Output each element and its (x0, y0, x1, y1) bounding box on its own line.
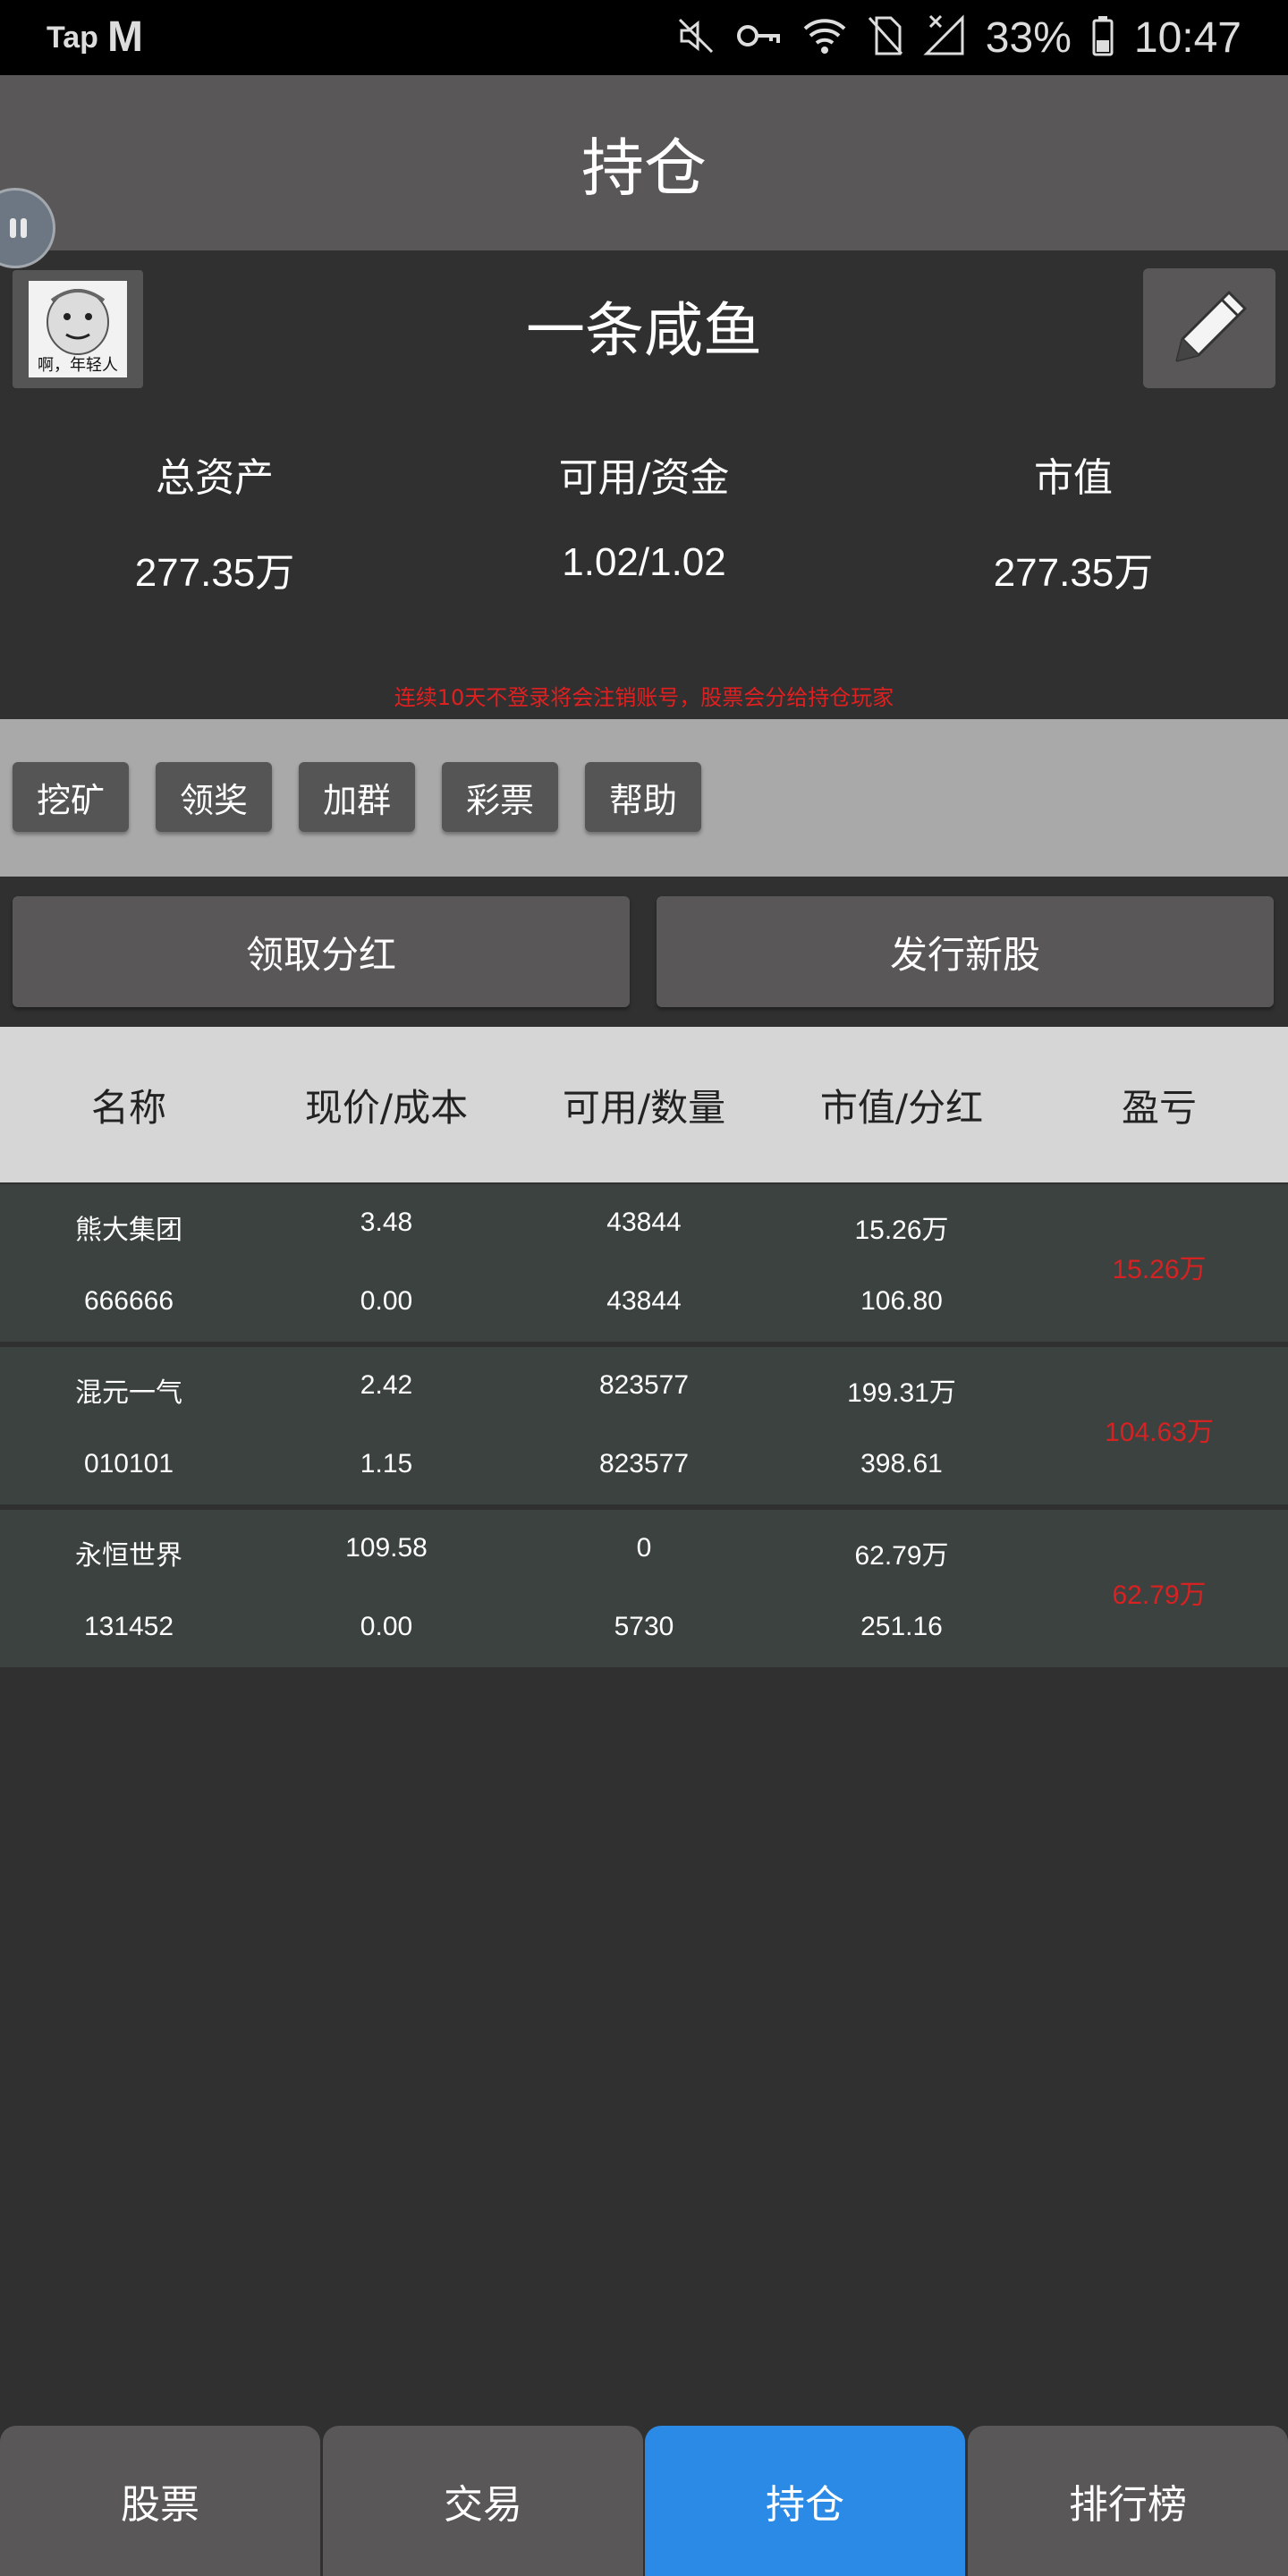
title-bar: 持仓 (0, 75, 1288, 250)
status-left: Tap M (47, 13, 143, 63)
mute-icon (676, 16, 716, 59)
col-header-price-cost: 现价/成本 (304, 1085, 469, 1130)
stock-market-value: 62.79万 (854, 1541, 949, 1571)
stock-quantity: 5730 (614, 1612, 674, 1641)
join-group-button[interactable]: 加群 (299, 762, 415, 832)
stock-pnl: 104.63万 (1105, 1418, 1214, 1447)
help-button[interactable]: 帮助 (585, 762, 701, 832)
stock-cost: 0.00 (360, 1612, 413, 1641)
stock-available: 823577 (598, 1370, 690, 1400)
stat-label-market-value: 市值 (1034, 455, 1113, 501)
battery-percent: 33% (985, 13, 1072, 62)
stock-name: 熊大集团 (75, 1216, 182, 1245)
stock-dividend: 398.61 (860, 1449, 943, 1479)
lottery-button[interactable]: 彩票 (442, 762, 558, 832)
stat-value-total-assets: 277.35万 (134, 551, 295, 595)
stock-code: 010101 (83, 1449, 174, 1479)
pause-icon (10, 218, 27, 238)
stat-label-available-funds: 可用/资金 (558, 455, 730, 501)
stat-label-total-assets: 总资产 (156, 455, 274, 501)
taptap-logo-text: Tap (47, 20, 98, 55)
tab-leaderboard[interactable]: 排行榜 (968, 2426, 1288, 2576)
stock-cost: 0.00 (360, 1286, 413, 1316)
stock-cost: 1.15 (360, 1449, 413, 1479)
stock-pnl: 15.26万 (1112, 1255, 1207, 1284)
stock-name: 永恒世界 (75, 1541, 182, 1571)
status-right: 33% 10:47 (676, 9, 1241, 66)
stock-price: 109.58 (345, 1533, 428, 1563)
stock-pnl: 62.79万 (1112, 1580, 1207, 1610)
battery-icon (1091, 15, 1114, 60)
stat-value-available-funds: 1.02/1.02 (562, 540, 726, 584)
stock-code: 666666 (83, 1286, 174, 1316)
stock-quantity: 43844 (606, 1286, 682, 1316)
mail-logo-icon: M (106, 13, 143, 61)
stock-quantity: 823577 (598, 1449, 690, 1479)
stock-price: 3.48 (360, 1208, 413, 1237)
tab-trade[interactable]: 交易 (323, 2426, 643, 2576)
clock: 10:47 (1133, 13, 1241, 62)
col-header-value-dividend: 市值/分红 (819, 1085, 984, 1130)
col-header-available-quantity: 可用/数量 (562, 1085, 726, 1130)
stat-value-market-value: 277.35万 (993, 551, 1154, 595)
wifi-icon (801, 16, 848, 59)
stock-code: 131452 (83, 1612, 174, 1641)
page-title: 持仓 (581, 131, 707, 205)
stock-dividend: 106.80 (860, 1286, 943, 1316)
stock-name: 混元一气 (75, 1378, 182, 1408)
stock-available: 0 (636, 1533, 652, 1563)
tab-holdings[interactable]: 持仓 (645, 2426, 965, 2576)
stock-market-value: 15.26万 (854, 1216, 949, 1245)
stock-dividend: 251.16 (860, 1612, 943, 1641)
signal-icon (923, 14, 966, 61)
stock-available: 43844 (606, 1208, 682, 1237)
claim-dividend-button[interactable]: 领取分红 (13, 896, 630, 1007)
edit-profile-button[interactable] (1143, 268, 1275, 388)
status-bar: Tap M 33% 10:47 (0, 0, 1288, 75)
no-sim-icon (868, 14, 903, 61)
pencil-icon (1175, 291, 1247, 362)
mining-button[interactable]: 挖矿 (13, 762, 129, 832)
vpn-key-icon (735, 18, 782, 57)
username: 一条咸鱼 (526, 296, 762, 365)
claim-reward-button[interactable]: 领奖 (156, 762, 272, 832)
col-header-name: 名称 (90, 1085, 166, 1130)
stock-price: 2.42 (360, 1370, 413, 1400)
stock-market-value: 199.31万 (847, 1378, 956, 1408)
inactivity-notice: 连续10天不登录将会注销账号，股票会分给持仓玩家 (394, 685, 894, 710)
tab-stocks[interactable]: 股票 (0, 2426, 320, 2576)
issue-new-stock-button[interactable]: 发行新股 (657, 896, 1274, 1007)
col-header-pnl: 盈亏 (1121, 1085, 1197, 1130)
